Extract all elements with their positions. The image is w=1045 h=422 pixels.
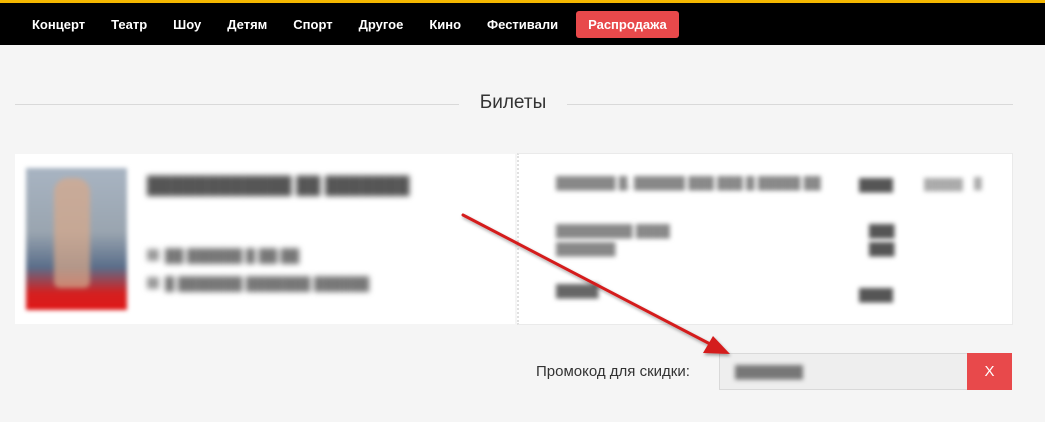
promo-label: Промокод для скидки: <box>536 363 690 380</box>
nav-item-kids[interactable]: Детям <box>215 11 279 38</box>
nav-item-cinema[interactable]: Кино <box>417 11 473 38</box>
nav-item-sale[interactable]: Распродажа <box>576 10 679 38</box>
main-nav: Концерт Театр Шоу Детям Спорт Другое Кин… <box>0 3 1045 45</box>
event-date-blurred: ██ ██████ █ ██:██ <box>147 248 299 263</box>
divider-left <box>15 104 459 105</box>
location-icon <box>147 277 159 289</box>
ticket-event-card: ████████████ ██ ███████ ██ ██████ █ ██:█… <box>15 154 515 324</box>
calendar-icon <box>147 249 159 261</box>
nav-item-show[interactable]: Шоу <box>161 11 213 38</box>
discount-row-blurred: ███████ <box>556 242 616 256</box>
promo-remove-button[interactable]: X <box>967 353 1012 390</box>
nav-item-concert[interactable]: Концерт <box>20 11 97 38</box>
total-label-blurred: █████ <box>556 284 599 298</box>
promo-input[interactable] <box>719 353 967 390</box>
discount-price-blurred: ███ <box>869 242 895 256</box>
section-title: Билеты <box>479 92 547 113</box>
total-price-blurred: ████ <box>859 288 894 302</box>
service-fee-blurred: █████████ ████ <box>556 224 670 238</box>
event-title-blurred: ████████████ ██ ███████ <box>147 176 410 195</box>
ticket-close-blurred[interactable]: █ <box>974 178 982 190</box>
nav-item-theatre[interactable]: Театр <box>99 11 159 38</box>
divider-right <box>567 104 1013 105</box>
ticket-details-card: ███████ █, ██████ ███ ███ █ █████ ██ ███… <box>517 153 1013 325</box>
ticket-row-blurred: ███████ █, ██████ ███ ███ █ █████ ██ <box>556 176 821 190</box>
ticket-remove-blurred[interactable]: █████ <box>924 179 963 191</box>
service-fee-price-blurred: ███ <box>869 224 895 238</box>
ticket-price-blurred: ████ <box>859 178 894 192</box>
nav-item-sport[interactable]: Спорт <box>281 11 344 38</box>
poster-figure <box>54 178 90 288</box>
nav-item-festivals[interactable]: Фестивали <box>475 11 570 38</box>
section-header: Билеты <box>15 90 1013 118</box>
nav-item-other[interactable]: Другое <box>347 11 416 38</box>
event-poster-image <box>26 168 127 310</box>
event-venue-blurred: █ ███████ ███████ ██████ <box>147 276 369 291</box>
